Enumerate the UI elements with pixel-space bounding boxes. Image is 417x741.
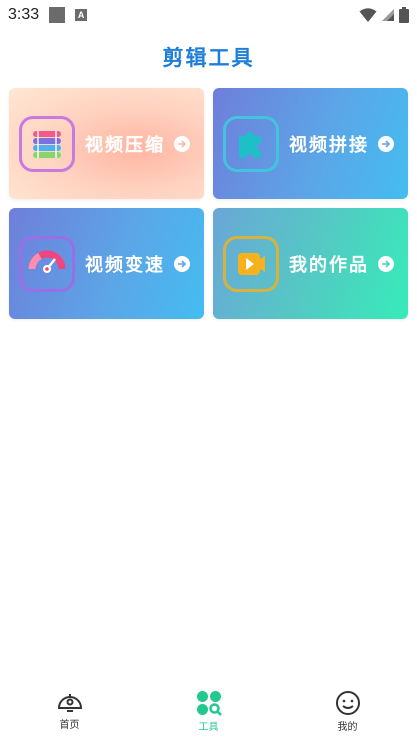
tools-icon [196, 691, 222, 716]
puzzle-icon [223, 115, 279, 172]
arrow-right-icon [174, 255, 190, 272]
card-label: 我的作品 [289, 254, 369, 276]
arrow-right-icon [378, 135, 394, 152]
battery-icon [399, 7, 409, 23]
bottom-nav: 首页 工具 我的 [0, 680, 417, 741]
arrow-right-icon [174, 135, 190, 152]
video-compress-card[interactable]: 视频压缩 [9, 88, 204, 199]
notification-a-icon: A [75, 9, 88, 21]
nav-label: 我的 [337, 722, 358, 733]
speedometer-icon [19, 235, 75, 292]
card-label: 视频拼接 [289, 134, 369, 156]
nav-label: 首页 [59, 720, 80, 731]
card-label: 视频变速 [85, 254, 165, 276]
nav-home[interactable]: 首页 [20, 680, 120, 731]
video-merge-card[interactable]: 视频拼接 [213, 88, 408, 199]
page-title: 剪辑工具 [162, 46, 255, 70]
wifi-icon [359, 8, 377, 22]
nav-label: 工具 [198, 722, 219, 733]
home-icon [57, 694, 82, 712]
layers-icon [19, 115, 75, 172]
arrow-right-icon [378, 255, 394, 272]
status-time: 3:33 [8, 6, 40, 23]
nav-tools[interactable]: 工具 [159, 680, 259, 733]
status-bar: 3:33 A [0, 0, 417, 30]
notification-square-icon [49, 7, 66, 23]
play-icon [223, 235, 279, 292]
profile-icon [335, 691, 360, 715]
nav-profile[interactable]: 我的 [298, 680, 398, 733]
video-speed-card[interactable]: 视频变速 [9, 208, 204, 319]
card-label: 视频压缩 [85, 134, 165, 156]
my-works-card[interactable]: 我的作品 [213, 208, 408, 319]
signal-icon [382, 9, 394, 21]
